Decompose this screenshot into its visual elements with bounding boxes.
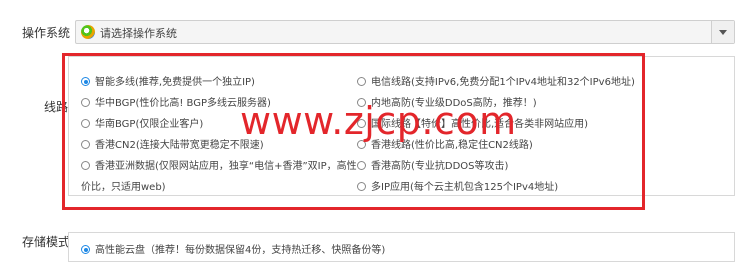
storage-label: 存储模式 [22, 235, 71, 249]
line-options-panel: 智能多线(推荐,免费提供一个独立IP) 华中BGP(性价比高! BGP多线云服务… [68, 56, 735, 196]
line-option-label: 香港线路(性价比高,稳定住CN2线路) [371, 140, 533, 151]
radio-icon[interactable] [357, 140, 366, 149]
line-option-label: 国际线路【特价】高性价比,适合各类非网站应用) [371, 119, 589, 130]
radio-icon[interactable] [357, 98, 366, 107]
radio-icon[interactable] [357, 77, 366, 86]
line-option-south-bgp[interactable]: 华南BGP(仅限企业客户) [81, 115, 203, 130]
line-option-label: 华南BGP(仅限企业客户) [95, 119, 204, 130]
line-option-label: 香港亚洲数据(仅限网站应用，独享“电信+香港”双IP，高性 [95, 161, 357, 172]
line-option-label: 电信线路(支持IPv6,免费分配1个IPv4地址和32个IPv6地址) [371, 77, 635, 88]
line-option-hk-cn2[interactable]: 香港CN2(连接大陆带宽更稳定不限速) [81, 136, 264, 151]
line-option-label: 华中BGP(性价比高! BGP多线云服务器) [95, 98, 271, 109]
radio-icon[interactable] [81, 119, 90, 128]
line-option-international[interactable]: 国际线路【特价】高性价比,适合各类非网站应用) [357, 115, 588, 130]
line-option-mainland-ddos[interactable]: 内地高防(专业级DDoS高防，推荐！) [357, 94, 537, 109]
line-option-telecom[interactable]: 电信线路(支持IPv6,免费分配1个IPv4地址和32个IPv6地址) [357, 73, 635, 88]
os-select-toggle[interactable] [711, 21, 734, 43]
windows-logo-icon [81, 25, 95, 39]
os-select-placeholder: 请选择操作系统 [100, 27, 177, 40]
line-option-multi-ip[interactable]: 多IP应用(每个云主机包含125个IPv4地址) [357, 178, 558, 193]
storage-option-label: 高性能云盘（推荐！每份数据保留4份，支持热迁移、快照备份等) [95, 245, 386, 256]
radio-icon[interactable] [81, 161, 90, 170]
radio-selected-icon[interactable] [81, 77, 90, 86]
radio-icon[interactable] [357, 119, 366, 128]
line-option-label: 多IP应用(每个云主机包含125个IPv4地址) [371, 182, 559, 193]
line-option-label: 智能多线(推荐,免费提供一个独立IP) [95, 77, 255, 88]
storage-options-panel: 高性能云盘（推荐！每份数据保留4份，支持热迁移、快照备份等) [68, 232, 735, 262]
line-label: 线路 [44, 100, 69, 114]
line-option-label-continuation: 价比，只适用web) [81, 182, 166, 193]
line-option-label: 香港CN2(连接大陆带宽更稳定不限速) [95, 140, 264, 151]
radio-icon[interactable] [81, 98, 90, 107]
radio-icon[interactable] [357, 182, 366, 191]
os-select[interactable]: 请选择操作系统 [75, 20, 735, 44]
radio-selected-icon[interactable] [81, 245, 90, 254]
line-option-hk-line[interactable]: 香港线路(性价比高,稳定住CN2线路) [357, 136, 533, 151]
os-label: 操作系统 [22, 26, 71, 40]
line-option-hk-asia[interactable]: 香港亚洲数据(仅限网站应用，独享“电信+香港”双IP，高性 [81, 157, 357, 172]
line-option-central-bgp[interactable]: 华中BGP(性价比高! BGP多线云服务器) [81, 94, 271, 109]
line-option-label: 香港高防(专业抗DDOS等攻击) [371, 161, 509, 172]
radio-icon[interactable] [81, 140, 90, 149]
radio-icon[interactable] [357, 161, 366, 170]
chevron-down-icon [719, 30, 727, 35]
line-option-hk-asia-continuation: 价比，只适用web) [81, 178, 166, 193]
storage-option-high-performance[interactable]: 高性能云盘（推荐！每份数据保留4份，支持热迁移、快照备份等) [81, 241, 385, 256]
line-option-hk-ddos[interactable]: 香港高防(专业抗DDOS等攻击) [357, 157, 508, 172]
line-option-smart[interactable]: 智能多线(推荐,免费提供一个独立IP) [81, 73, 255, 88]
line-option-label: 内地高防(专业级DDoS高防，推荐！) [371, 98, 537, 109]
